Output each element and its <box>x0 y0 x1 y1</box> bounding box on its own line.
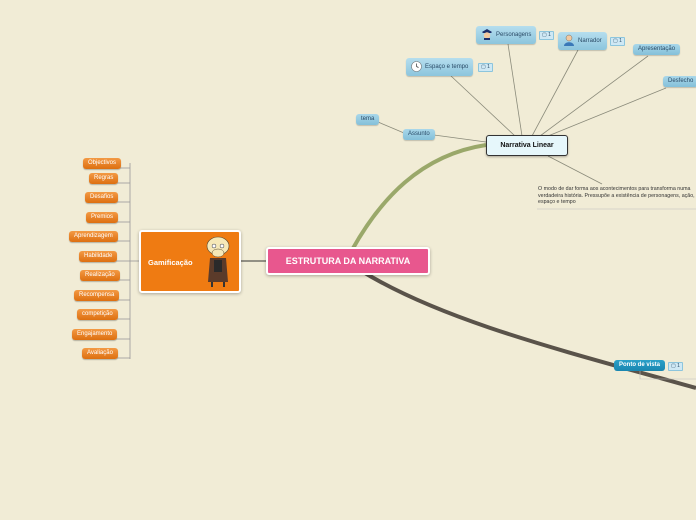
narrador-node[interactable]: Narrador <box>558 32 607 50</box>
narrativa-linear-node[interactable]: Narrativa Linear <box>486 135 568 156</box>
narrativa-note: O modo de dar forma aos acontecimentos p… <box>538 186 695 205</box>
narrador-label: Narrador <box>578 38 602 44</box>
comment-icon: ▢ <box>481 64 486 70</box>
comment-icon: ▢ <box>542 32 547 38</box>
espaco-tempo-comment-count: 1 <box>487 64 490 70</box>
gamificacao-item-avaliacao[interactable]: Avaliação <box>82 348 118 359</box>
personagens-label: Personagens <box>496 32 532 38</box>
gamificacao-item-premios[interactable]: Premios <box>86 212 119 223</box>
gamificacao-item-competicao[interactable]: competição <box>77 309 118 320</box>
branch-root-narrativa-linear <box>350 143 487 251</box>
gamificacao-item-engajamento[interactable]: Engajamento <box>72 329 118 340</box>
assunto-node[interactable]: Assunto <box>403 129 435 140</box>
cartoon-character-icon <box>206 236 230 287</box>
comment-icon: ▢ <box>613 38 618 44</box>
personagens-node[interactable]: Personagens <box>476 26 537 44</box>
gamificacao-ticks <box>116 167 130 359</box>
desfecho-node[interactable]: Desfecho <box>663 76 696 87</box>
gamificacao-label: Gamificação <box>148 258 193 267</box>
gamificacao-item-recompensa[interactable]: Recompensa <box>74 290 120 301</box>
comment-icon: ▢ <box>671 363 676 369</box>
gamificacao-item-objectivos[interactable]: Objectivos <box>83 158 122 169</box>
police-icon <box>482 29 492 41</box>
ponto-de-vista-comment-badge[interactable]: ▢ 1 <box>668 362 683 371</box>
ponto-de-vista-node[interactable]: Ponto de vista <box>614 360 666 371</box>
espaco-tempo-label: Espaço e tempo <box>425 64 469 70</box>
clock-icon <box>411 61 422 72</box>
ponto-de-vista-label: Ponto de vista <box>619 362 661 368</box>
gamificacao-item-habilidade[interactable]: Habilidade <box>79 251 118 262</box>
tema-node[interactable]: tema <box>356 114 380 125</box>
gamificacao-item-aprendizagem[interactable]: Aprendizagem <box>69 231 118 242</box>
user-icon <box>564 35 574 47</box>
narrador-comment-badge[interactable]: ▢ 1 <box>610 37 625 46</box>
gamificacao-node[interactable]: Gamificação <box>139 230 241 293</box>
espaco-tempo-node[interactable]: Espaço e tempo <box>406 58 474 76</box>
personagens-comment-badge[interactable]: ▢ 1 <box>539 31 554 40</box>
apresentacao-node[interactable]: Apresentação <box>633 44 681 55</box>
ponto-de-vista-comment-count: 1 <box>677 363 680 369</box>
personagens-comment-count: 1 <box>548 32 551 38</box>
gamificacao-item-realizacao[interactable]: Realização <box>80 270 120 281</box>
narrador-comment-count: 1 <box>619 38 622 44</box>
root-label: ESTRUTURA DA NARRATIVA <box>285 256 411 266</box>
narrativa-linear-label: Narrativa Linear <box>500 142 554 149</box>
gamificacao-item-desafios[interactable]: Desafios <box>85 192 119 203</box>
espaco-tempo-comment-badge[interactable]: ▢ 1 <box>478 63 493 72</box>
gamificacao-item-regras[interactable]: Regras <box>89 173 119 184</box>
root-node[interactable]: ESTRUTURA DA NARRATIVA <box>266 247 430 275</box>
